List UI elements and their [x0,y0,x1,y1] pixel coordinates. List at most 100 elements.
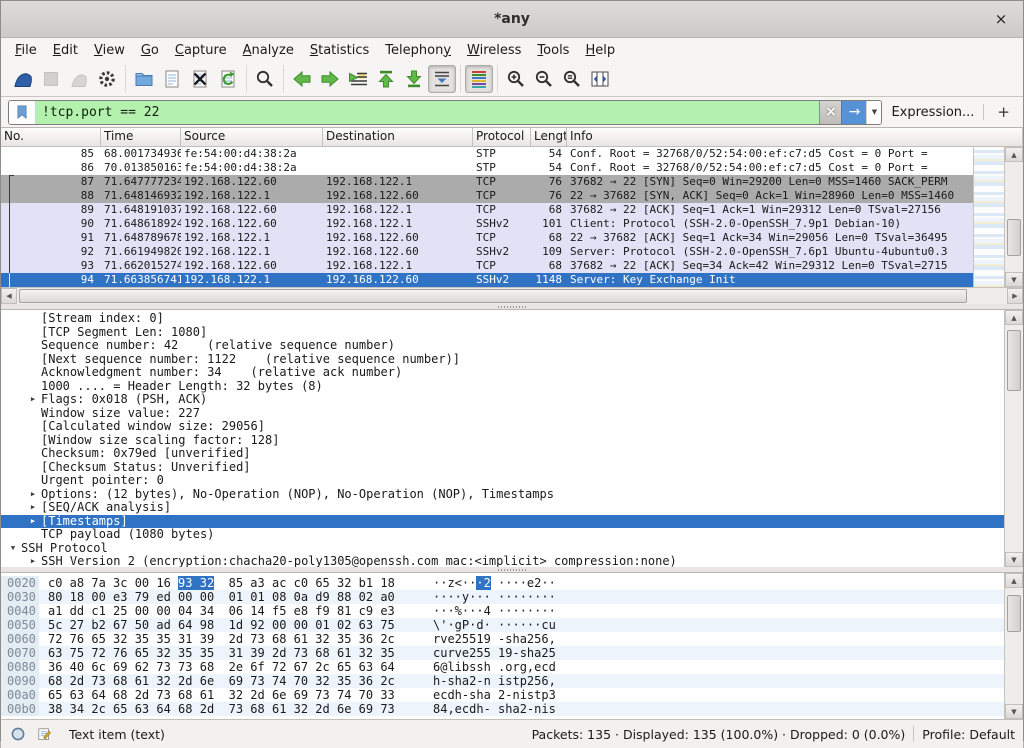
packet-row-86[interactable]: 8670.013850163fe:54:00:d4:38:2aSTP54Conf… [1,161,973,175]
packet-list-hscrollbar[interactable]: ◀ ▶ [1,287,1023,304]
reload-file-icon[interactable] [214,65,242,93]
column-header-time[interactable]: Time [101,128,181,146]
scroll-up-icon[interactable]: ▲ [1005,310,1023,325]
open-file-icon[interactable] [130,65,158,93]
column-header-destination[interactable]: Destination [323,128,473,146]
scroll-up-icon[interactable]: ▲ [1005,573,1023,588]
menu-view[interactable]: View [86,41,133,60]
hex-row-0060[interactable]: 006072 76 65 32 35 35 31 39 2d 73 68 61 … [1,632,1004,646]
menu-capture[interactable]: Capture [167,41,235,60]
packet-row-89[interactable]: 8971.648191037192.168.122.60192.168.122.… [1,203,973,217]
go-first-icon[interactable] [372,65,400,93]
packet-row-87[interactable]: 8771.647777234192.168.122.60192.168.122.… [1,175,973,189]
scroll-thumb[interactable] [1007,330,1021,391]
start-capture-icon[interactable] [9,65,37,93]
packet-row-92[interactable]: 9271.661949820192.168.122.1192.168.122.6… [1,245,973,259]
go-forward-icon[interactable] [316,65,344,93]
detail-line[interactable]: ▶[Timestamps] [1,515,1004,529]
colorize-icon[interactable] [465,65,493,93]
column-header-source[interactable]: Source [181,128,323,146]
resize-columns-icon[interactable] [586,65,614,93]
collapsed-arrow-icon[interactable]: ▶ [25,515,41,529]
scroll-down-icon[interactable]: ▼ [1005,552,1023,567]
packet-row-88[interactable]: 8871.648146932192.168.122.1192.168.122.6… [1,189,973,203]
hex-row-0090[interactable]: 009068 2d 73 68 61 32 2d 6e 69 73 74 70 … [1,674,1004,688]
packet-row-93[interactable]: 9371.662015274192.168.122.60192.168.122.… [1,259,973,273]
scroll-right-icon[interactable]: ▶ [1007,288,1023,304]
filter-history-dropdown-icon[interactable]: ▼ [866,101,881,124]
profile-status[interactable]: Profile: Default [922,727,1015,742]
filter-clear-icon[interactable]: × [819,101,841,124]
scroll-left-icon[interactable]: ◀ [1,288,17,304]
hex-row-00a0[interactable]: 00a065 63 64 68 2d 73 68 61 32 2d 6e 69 … [1,688,1004,702]
detail-line[interactable]: [Stream index: 0] [1,312,1004,326]
hex-row-00b0[interactable]: 00b038 34 2c 65 63 64 68 2d 73 68 61 32 … [1,702,1004,716]
detail-line[interactable]: 1000 .... = Header Length: 32 bytes (8) [1,380,1004,394]
scroll-down-icon[interactable]: ▼ [1005,272,1023,287]
find-packet-icon[interactable] [251,65,279,93]
expression-button[interactable]: Expression... [889,105,976,120]
column-header-length[interactable]: Length [531,128,567,146]
menu-telephony[interactable]: Telephony [377,41,459,60]
detail-line[interactable]: Window size value: 227 [1,407,1004,421]
go-last-icon[interactable] [400,65,428,93]
scroll-thumb[interactable] [1007,595,1021,632]
collapsed-arrow-icon[interactable]: ▶ [25,501,41,515]
capture-comment-icon[interactable] [35,725,53,743]
go-to-packet-icon[interactable] [344,65,372,93]
hex-row-0040[interactable]: 0040a1 dd c1 25 00 00 04 34 06 14 f5 e8 … [1,604,1004,618]
detail-line[interactable]: Acknowledgment number: 34 (relative ack … [1,366,1004,380]
scroll-thumb[interactable] [1007,219,1021,256]
hex-row-0050[interactable]: 00505c 27 b2 67 50 ad 64 98 1d 92 00 00 … [1,618,1004,632]
packet-row-85[interactable]: 8568.001734936fe:54:00:d4:38:2aSTP54Conf… [1,147,973,161]
save-file-icon[interactable] [158,65,186,93]
hscroll-thumb[interactable] [19,289,967,303]
expert-info-icon[interactable] [9,725,27,743]
column-header-no[interactable]: No. [1,128,101,146]
filter-apply-icon[interactable]: → [841,101,866,124]
detail-line[interactable]: Checksum: 0x79ed [unverified] [1,447,1004,461]
detail-line[interactable]: [TCP Segment Len: 1080] [1,326,1004,340]
menu-go[interactable]: Go [133,41,167,60]
column-header-info[interactable]: Info [567,128,1023,146]
details-vscrollbar[interactable]: ▲ ▼ [1004,310,1023,567]
menu-edit[interactable]: Edit [45,41,86,60]
detail-line[interactable]: [Checksum Status: Unverified] [1,461,1004,475]
hex-row-0080[interactable]: 008036 40 6c 69 62 73 73 68 2e 6f 72 67 … [1,660,1004,674]
add-filter-button[interactable]: + [991,103,1016,121]
pane-splitter-bottom[interactable] [1,567,1023,572]
scroll-down-icon[interactable]: ▼ [1005,704,1023,719]
hex-row-0070[interactable]: 007063 75 72 76 65 32 35 35 31 39 2d 73 … [1,646,1004,660]
menu-analyze[interactable]: Analyze [235,41,302,60]
hex-row-0020[interactable]: 0020c0 a8 7a 3c 00 16 93 32 85 a3 ac c0 … [1,576,1004,590]
menu-tools[interactable]: Tools [529,41,577,60]
collapsed-arrow-icon[interactable]: ▶ [25,393,41,407]
pane-splitter-top[interactable] [1,304,1023,309]
go-back-icon[interactable] [288,65,316,93]
zoom-reset-icon[interactable] [558,65,586,93]
menu-wireless[interactable]: Wireless [459,41,529,60]
scroll-up-icon[interactable]: ▲ [1005,147,1023,162]
detail-line[interactable]: [Next sequence number: 1122 (relative se… [1,353,1004,367]
detail-line[interactable]: ▼SSH Protocol [1,542,1004,556]
detail-line[interactable]: ▶Options: (12 bytes), No-Operation (NOP)… [1,488,1004,502]
detail-line[interactable]: Sequence number: 42 (relative sequence n… [1,339,1004,353]
close-file-icon[interactable] [186,65,214,93]
detail-line[interactable]: [Calculated window size: 29056] [1,420,1004,434]
hex-row-0030[interactable]: 003080 18 00 e3 79 ed 00 00 01 01 08 0a … [1,590,1004,604]
detail-line[interactable]: Urgent pointer: 0 [1,474,1004,488]
packet-list-vscrollbar[interactable]: ▲ ▼ [1004,147,1023,287]
close-window-icon[interactable]: × [991,9,1011,29]
detail-line[interactable]: TCP payload (1080 bytes) [1,528,1004,542]
detail-line[interactable]: ▶[SEQ/ACK analysis] [1,501,1004,515]
zoom-out-icon[interactable] [530,65,558,93]
zoom-in-icon[interactable] [502,65,530,93]
display-filter-input[interactable] [36,101,819,124]
capture-options-icon[interactable] [93,65,121,93]
collapsed-arrow-icon[interactable]: ▶ [25,488,41,502]
menu-file[interactable]: File [7,41,45,60]
title-bar[interactable]: *any × [1,1,1023,38]
detail-line[interactable]: ▶SSH Version 2 (encryption:chacha20-poly… [1,555,1004,567]
packet-row-91[interactable]: 9171.648789678192.168.122.1192.168.122.6… [1,231,973,245]
bytes-vscrollbar[interactable]: ▲ ▼ [1004,573,1023,719]
